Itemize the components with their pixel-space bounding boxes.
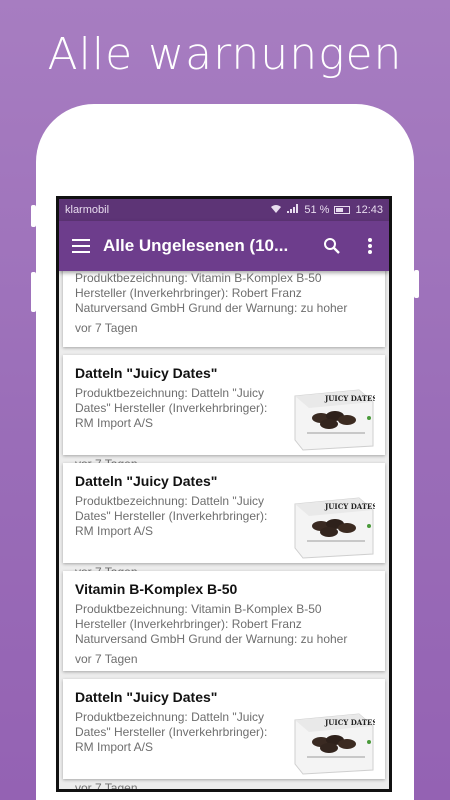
warning-card[interactable]: Vitamin B-Komplex B-50 Produktbezeichnun… — [63, 571, 385, 671]
warning-age: vor 7 Tagen — [75, 781, 138, 789]
product-image-label: JUICY DATES — [324, 502, 375, 511]
wifi-icon — [270, 204, 282, 217]
signal-icon — [287, 204, 299, 216]
warning-title: Datteln "Juicy Dates" — [75, 365, 218, 381]
warning-card[interactable]: Datteln "Juicy Dates" Produktbezeichnung… — [63, 679, 385, 789]
warning-age: vor 7 Tagen — [75, 321, 138, 335]
warning-description: Produktbezeichnung: Datteln "Juicy Dates… — [75, 710, 268, 754]
status-bar: klarmobil 51 % 12:43 — [59, 199, 389, 221]
warning-card[interactable]: Datteln "Juicy Dates" Produktbezeichnung… — [63, 355, 385, 471]
warnings-list: Produktbezeichnung: Vitamin B-Komplex B-… — [59, 271, 389, 789]
app-bar-title: Alle Ungelesenen (10... — [103, 236, 289, 255]
battery-icon — [334, 206, 351, 214]
phone-side-button — [414, 270, 419, 298]
product-image: JUICY DATES — [289, 712, 377, 776]
signal-percent: 51 % — [304, 204, 330, 216]
phone-side-button — [31, 272, 36, 312]
carrier-label: klarmobil — [65, 204, 110, 216]
warning-description: Produktbezeichnung: Vitamin B-Komplex B-… — [75, 271, 348, 315]
search-icon[interactable] — [313, 221, 351, 271]
app-bar: Alle Ungelesenen (10... — [59, 221, 389, 271]
more-vert-icon[interactable] — [351, 221, 389, 271]
warning-description: Produktbezeichnung: Datteln "Juicy Dates… — [75, 386, 268, 430]
hamburger-menu-icon[interactable] — [59, 221, 103, 271]
product-image-label: JUICY DATES — [324, 718, 375, 727]
promo-headline: Alle warnungen — [47, 29, 403, 80]
warning-age: vor 7 Tagen — [75, 652, 138, 666]
phone-side-button — [31, 205, 36, 227]
warning-card[interactable]: Datteln "Juicy Dates" Produktbezeichnung… — [63, 463, 385, 579]
product-image-label: JUICY DATES — [324, 394, 375, 403]
warning-title: Datteln "Juicy Dates" — [75, 689, 218, 705]
warning-title: Datteln "Juicy Dates" — [75, 473, 218, 489]
warning-card[interactable]: Produktbezeichnung: Vitamin B-Komplex B-… — [63, 271, 385, 347]
warning-description: Produktbezeichnung: Datteln "Juicy Dates… — [75, 494, 268, 538]
phone-screen: klarmobil 51 % 12:43 Alle Ungelesenen (1… — [56, 196, 392, 792]
product-image: JUICY DATES — [289, 496, 377, 560]
clock: 12:43 — [355, 204, 383, 216]
warning-description: Produktbezeichnung: Vitamin B-Komplex B-… — [75, 602, 348, 646]
warning-title: Vitamin B-Komplex B-50 — [75, 581, 238, 597]
product-image: JUICY DATES — [289, 388, 377, 452]
